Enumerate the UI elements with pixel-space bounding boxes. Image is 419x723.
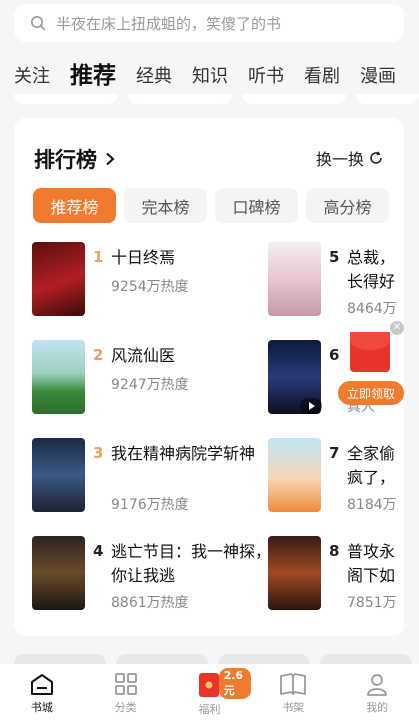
book-rank: 8 (329, 542, 340, 560)
search-icon (31, 16, 46, 31)
book-cover (268, 536, 321, 610)
home-icon (30, 674, 53, 695)
search-bar[interactable]: 半夜在床上扭成蛆的，笑傻了的书 (14, 4, 404, 42)
book-heat: 9247万热度 (111, 377, 189, 393)
book-heat: 8464万 (347, 301, 397, 317)
book-title: 普攻永阁下如 (347, 542, 396, 585)
welfare-badge: 2.6元 (218, 668, 252, 699)
nav-bookshelf[interactable]: 书架 (251, 664, 335, 723)
book-cover (32, 242, 85, 316)
tab-audiobook[interactable]: 听书 (248, 62, 284, 94)
nav-label: 我的 (366, 701, 389, 714)
book-cover (268, 438, 321, 512)
book-rank: 7 (329, 444, 340, 462)
book-heat: 9254万热度 (111, 279, 189, 295)
book-heat: 7851万 (347, 595, 397, 611)
book-heat: 9176万热度 (111, 497, 189, 513)
book-item[interactable]: 8 普攻永阁下如 7851万 (268, 536, 404, 611)
peek-chip-row (0, 94, 419, 104)
book-cover (268, 242, 321, 316)
book-rank: 1 (93, 248, 104, 266)
book-heat: 8861万热度 (111, 595, 189, 611)
switch-button[interactable]: 换一换 (316, 146, 384, 170)
book-rank: 5 (329, 248, 340, 266)
nav-label: 书架 (282, 701, 305, 714)
chip-complete-rank[interactable]: 完本榜 (124, 188, 207, 223)
book-rank: 3 (93, 444, 104, 462)
ranking-chips: 推荐榜 完本榜 口碑榜 高分榜 (33, 188, 389, 223)
red-envelope-icon[interactable] (350, 332, 390, 372)
bottom-nav: 书城 分类 2.6元 福利 书架 我的 (0, 664, 419, 723)
nav-label: 分类 (114, 701, 137, 714)
book-rank: 6 (329, 346, 340, 364)
tab-recommend[interactable]: 推荐 (70, 56, 116, 94)
book-item[interactable]: 7 全家偷疯了， 8184万 (268, 438, 404, 513)
book-title: 我在精神病院学斩神 (111, 444, 256, 463)
claim-now-button[interactable]: 立即领取 (338, 381, 404, 405)
gift-icon (199, 673, 220, 697)
tab-drama[interactable]: 看剧 (304, 62, 340, 94)
nav-mine[interactable]: 我的 (335, 664, 419, 723)
person-icon (367, 674, 387, 696)
nav-label: 福利 (198, 703, 221, 716)
book-cover (32, 438, 85, 512)
chip-reputation-rank[interactable]: 口碑榜 (215, 188, 298, 223)
nav-category[interactable]: 分类 (84, 664, 168, 723)
chevron-right-icon (106, 152, 115, 166)
book-item[interactable]: 4 逃亡节目：我一神探，你让我逃 8861万热度 (32, 536, 272, 611)
tab-classic[interactable]: 经典 (136, 62, 172, 94)
book-list: 1 十日终焉 9254万热度 2 风流仙医 9247万热度 3 我在精神病院学斩… (32, 242, 404, 634)
close-icon[interactable]: ✕ (390, 321, 404, 335)
book-cover (32, 536, 85, 610)
book-cover (32, 340, 85, 414)
book-heat: 8184万 (347, 497, 397, 513)
refresh-icon (370, 151, 382, 164)
category-tabs: 关注 推荐 经典 知识 听书 看剧 漫画 (0, 54, 419, 94)
book-rank: 2 (93, 346, 104, 364)
book-title: 十日终焉 (111, 248, 176, 267)
book-title: 总裁，长得好 (347, 248, 396, 291)
grid-icon (114, 673, 137, 695)
book-item[interactable]: 2 风流仙医 9247万热度 (32, 340, 262, 414)
search-placeholder: 半夜在床上扭成蛆的，笑傻了的书 (56, 14, 282, 33)
tab-knowledge[interactable]: 知识 (192, 62, 228, 94)
ranking-card: 排行榜 换一换 推荐榜 完本榜 口碑榜 高分榜 1 十日终焉 9254万热度 2… (14, 118, 404, 636)
chip-recommend-rank[interactable]: 推荐榜 (33, 188, 116, 223)
book-title: 逃亡节目：我一神探，你让我逃 (111, 542, 272, 585)
nav-welfare[interactable]: 2.6元 福利 (168, 664, 252, 723)
book-item[interactable]: 3 我在精神病院学斩神 9176万热度 (32, 438, 272, 513)
nav-label: 书城 (30, 701, 53, 714)
book-item[interactable]: 5 总裁，长得好 8464万 (268, 242, 404, 317)
book-title: 风流仙医 (111, 346, 176, 365)
play-icon (300, 398, 322, 414)
tab-follow[interactable]: 关注 (14, 62, 50, 94)
ranking-title[interactable]: 排行榜 (34, 144, 115, 174)
book-item[interactable]: 1 十日终焉 9254万热度 (32, 242, 262, 316)
nav-bookstore[interactable]: 书城 (0, 664, 84, 723)
chip-high-score-rank[interactable]: 高分榜 (306, 188, 389, 223)
tab-comic[interactable]: 漫画 (360, 62, 396, 94)
book-title: 全家偷疯了， (347, 444, 396, 487)
book-icon (280, 673, 307, 695)
book-rank: 4 (93, 542, 104, 560)
